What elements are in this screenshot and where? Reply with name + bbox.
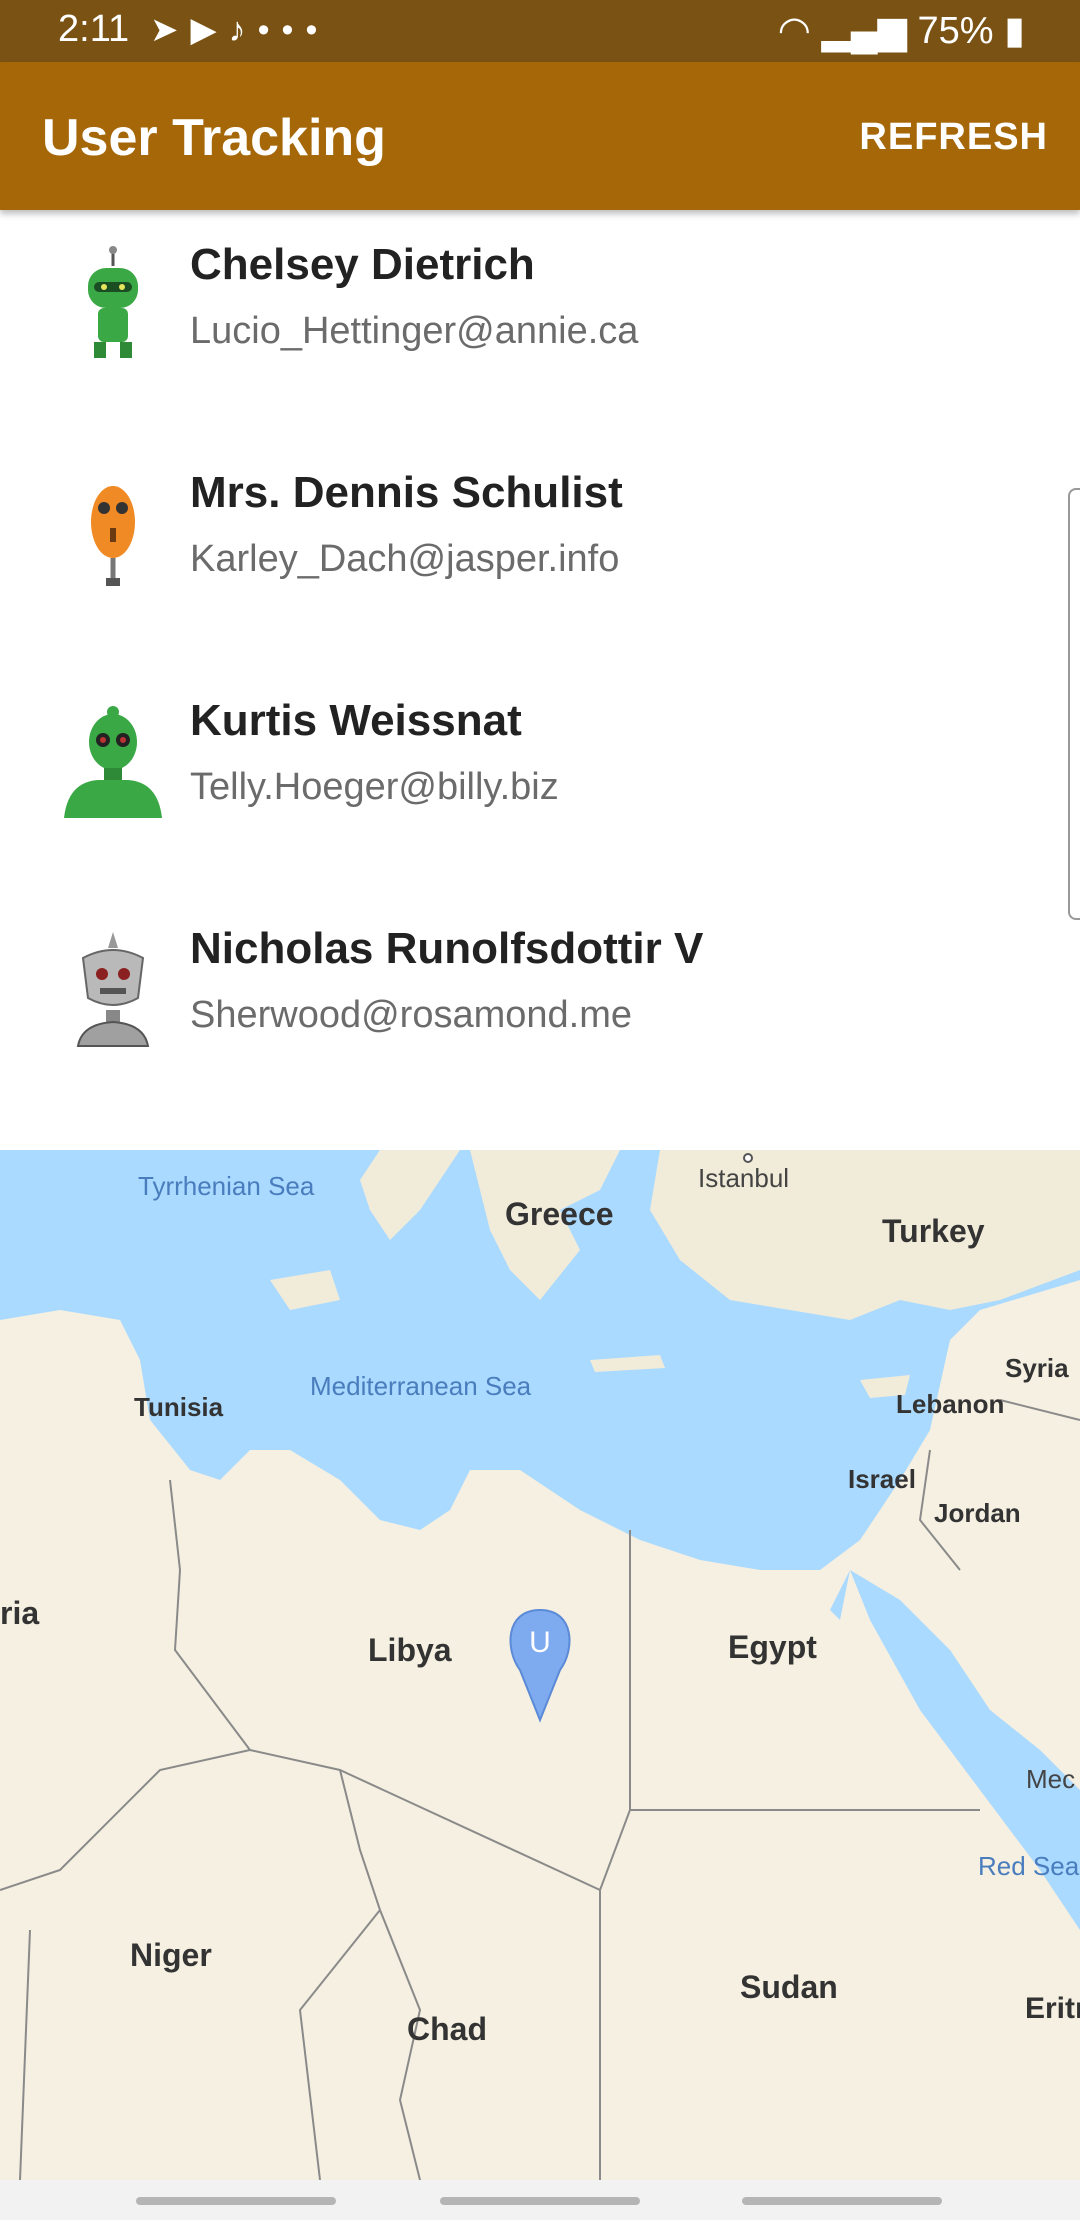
grey-robot-icon — [76, 932, 150, 1047]
country-label: Lebanon — [896, 1389, 1004, 1419]
list-item[interactable]: Mrs. Dennis Schulist Karley_Dach@jasper.… — [0, 416, 1080, 646]
country-label: Sudan — [740, 1969, 838, 2005]
feedly-icon: ▶ — [190, 11, 229, 49]
user-email: Lucio_Hettinger@annie.ca — [190, 310, 639, 352]
page-title: User Tracking — [42, 109, 386, 167]
scroll-handle[interactable] — [1068, 488, 1080, 920]
city-label: Mec — [1026, 1764, 1075, 1794]
status-bar: 2:11 ➤▶♪••• ◠ ▂▄▆ 75% ▮ — [0, 0, 1080, 62]
user-email: Karley_Dach@jasper.info — [190, 538, 620, 580]
telegram-icon: ➤ — [150, 11, 191, 49]
sea-label: Tyrrhenian Sea — [138, 1171, 315, 1201]
country-label: Niger — [130, 1937, 212, 1973]
country-label: Syria — [1005, 1353, 1069, 1383]
country-label: Chad — [407, 2011, 487, 2047]
refresh-button[interactable]: REFRESH — [859, 116, 1048, 159]
twitter-icon: ♪ — [228, 11, 258, 49]
signal-icon: ▂▄▆ — [821, 10, 907, 52]
country-label: Jordan — [934, 1498, 1021, 1528]
map-canvas: Tyrrhenian Sea Mediterranean Sea Red Sea… — [0, 1150, 1080, 2180]
system-nav-bar — [0, 2180, 1080, 2220]
user-name: Chelsey Dietrich — [190, 240, 535, 289]
city-label: Istanbul — [698, 1163, 789, 1193]
wifi-icon: ◠ — [777, 10, 811, 52]
orange-robot-icon — [91, 486, 135, 586]
sea-label: Red Sea — [978, 1851, 1080, 1881]
green-robot-bust-icon — [64, 706, 162, 818]
user-name: Mrs. Dennis Schulist — [190, 468, 623, 517]
app-bar: User Tracking REFRESH — [0, 62, 1080, 210]
country-label: Tunisia — [134, 1392, 224, 1422]
more-icon: ••• — [257, 11, 330, 49]
user-email: Sherwood@rosamond.me — [190, 994, 633, 1036]
list-item[interactable]: Chelsey Dietrich Lucio_Hettinger@annie.c… — [0, 210, 1080, 418]
country-label: Turkey — [882, 1213, 985, 1249]
marker-letter: U — [529, 1626, 551, 1659]
user-name: Nicholas Runolfsdottir V — [190, 924, 704, 973]
user-email: Telly.Hoeger@billy.biz — [190, 766, 559, 808]
list-item[interactable]: Kurtis Weissnat Telly.Hoeger@billy.biz — [0, 644, 1080, 874]
recents-button[interactable] — [136, 2197, 336, 2205]
country-label: ria — [0, 1595, 39, 1631]
list-item[interactable]: Nicholas Runolfsdottir V Sherwood@rosamo… — [0, 872, 1080, 1090]
country-label: Greece — [505, 1196, 614, 1232]
user-name: Kurtis Weissnat — [190, 696, 522, 745]
status-time: 2:11 — [58, 8, 130, 50]
battery-percent: 75% — [917, 10, 994, 52]
home-button[interactable] — [440, 2197, 640, 2205]
sea-label: Mediterranean Sea — [310, 1371, 532, 1401]
user-list[interactable]: Chelsey Dietrich Lucio_Hettinger@annie.c… — [0, 210, 1080, 1090]
back-button[interactable] — [742, 2197, 942, 2205]
status-right: ◠ ▂▄▆ 75% ▮ — [778, 8, 1025, 53]
country-label: Israel — [848, 1464, 916, 1494]
country-label: Eritrea — [1025, 1992, 1080, 2025]
notification-icons: ➤▶♪••• — [150, 10, 329, 50]
battery-icon: ▮ — [1004, 10, 1025, 52]
map-view[interactable]: Tyrrhenian Sea Mediterranean Sea Red Sea… — [0, 1150, 1080, 2180]
green-robot-antenna-icon — [88, 246, 138, 358]
country-label: Libya — [368, 1632, 452, 1668]
city-dot-icon — [743, 1153, 753, 1163]
country-label: Egypt — [728, 1629, 817, 1665]
